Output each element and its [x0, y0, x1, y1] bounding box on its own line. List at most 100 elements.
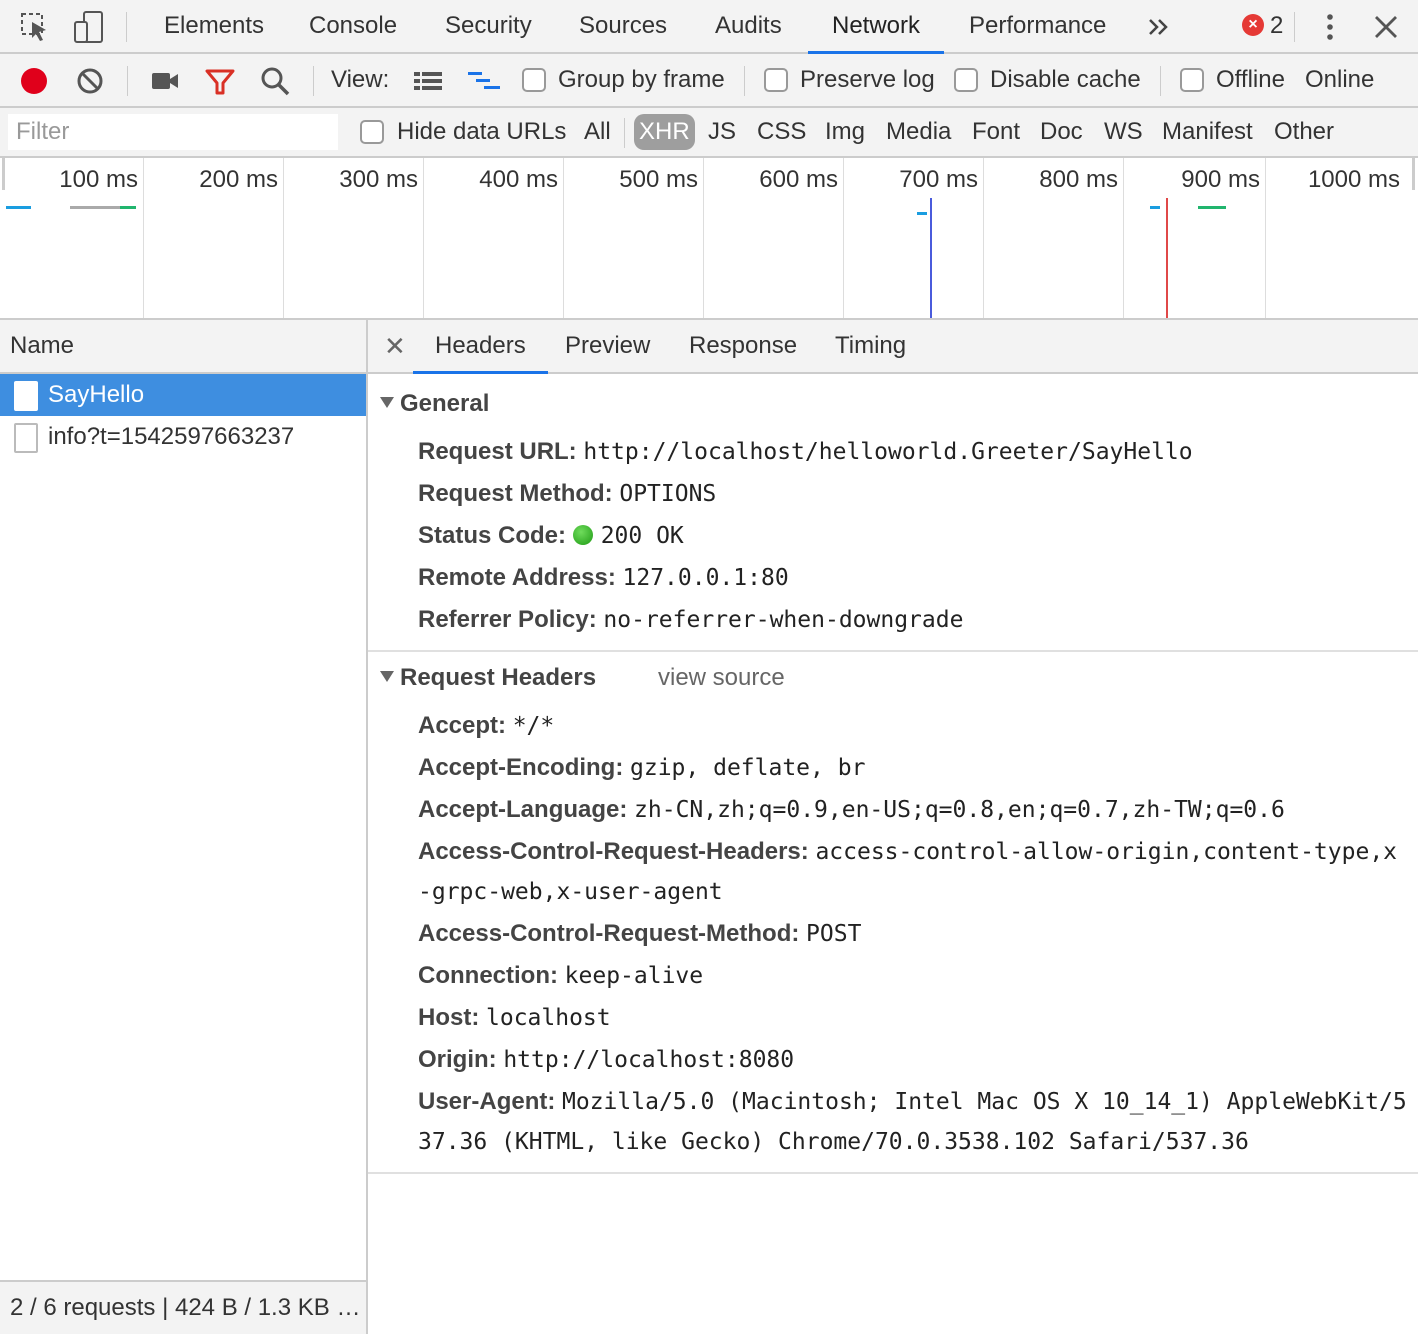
- filter-type-img[interactable]: Img: [825, 108, 865, 156]
- tick-line: [983, 158, 984, 318]
- tab-console[interactable]: Console: [309, 0, 397, 52]
- header-row: Access-Control-Request-Headers: access-c…: [418, 838, 1398, 905]
- double-chevron-right-icon[interactable]: [1140, 8, 1180, 46]
- error-icon[interactable]: ×: [1242, 14, 1264, 36]
- request-list: Name SayHello info?t=1542597663237 2 / 6…: [0, 320, 368, 1334]
- offline-label[interactable]: Offline: [1216, 54, 1285, 106]
- tick-label: 300 ms: [339, 166, 418, 193]
- general-section-toggle[interactable]: General: [380, 390, 489, 418]
- network-toolbar: View: Group by frame Preserve log Disabl…: [0, 54, 1418, 108]
- header-row: Status Code: 200 OK: [418, 522, 684, 549]
- view-source-link[interactable]: view source: [658, 664, 785, 692]
- throttling-select[interactable]: Online: [1305, 54, 1374, 106]
- tick-label: 600 ms: [759, 166, 838, 193]
- request-bar: [6, 206, 31, 209]
- tick-label: 800 ms: [1039, 166, 1118, 193]
- kebab-menu-icon[interactable]: [1312, 8, 1352, 46]
- group-by-frame-checkbox[interactable]: [522, 68, 546, 92]
- tick-label: 100 ms: [59, 166, 138, 193]
- tab-elements[interactable]: Elements: [164, 0, 264, 52]
- tab-headers[interactable]: Headers: [413, 320, 548, 374]
- tab-sources[interactable]: Sources: [579, 0, 667, 52]
- preserve-log-checkbox[interactable]: [764, 68, 788, 92]
- large-rows-icon[interactable]: [410, 63, 446, 99]
- disable-cache-checkbox[interactable]: [954, 68, 978, 92]
- hide-data-urls-checkbox[interactable]: [360, 120, 384, 144]
- request-bar: [1198, 206, 1226, 209]
- separator: [624, 118, 625, 148]
- offline-checkbox[interactable]: [1180, 68, 1204, 92]
- header-row: Remote Address: 127.0.0.1:80: [418, 564, 789, 591]
- device-toolbar-icon[interactable]: [70, 8, 110, 46]
- tab-security[interactable]: Security: [445, 0, 532, 52]
- load-marker: [1166, 198, 1168, 318]
- triangle-down-icon: [380, 671, 394, 682]
- filter-type-manifest[interactable]: Manifest: [1162, 108, 1253, 156]
- request-details: ✕ Headers Preview Response Timing Genera…: [368, 320, 1418, 1334]
- filter-type-js[interactable]: JS: [708, 108, 736, 156]
- filter-input[interactable]: [8, 114, 338, 150]
- header-row: Accept-Language: zh-CN,zh;q=0.9,en-US;q=…: [418, 796, 1285, 823]
- request-headers-section-toggle[interactable]: Request Headers: [380, 664, 596, 692]
- record-icon[interactable]: [16, 63, 52, 99]
- tab-network[interactable]: Network: [807, 0, 945, 54]
- close-icon[interactable]: ✕: [384, 320, 406, 372]
- filter-type-xhr[interactable]: XHR: [634, 114, 695, 150]
- hide-data-urls-label[interactable]: Hide data URLs: [397, 108, 566, 156]
- view-label: View:: [331, 66, 390, 93]
- close-icon[interactable]: [1366, 8, 1406, 46]
- request-summary: 2 / 6 requests | 424 B / 1.3 KB transfer…: [0, 1280, 366, 1334]
- inspect-element-icon[interactable]: [16, 8, 56, 46]
- filter-type-other[interactable]: Other: [1274, 108, 1334, 156]
- separator: [1294, 12, 1295, 42]
- header-row: Request URL: http://localhost/helloworld…: [418, 438, 1193, 465]
- tab-response[interactable]: Response: [689, 320, 797, 372]
- header-row: Connection: keep-alive: [418, 962, 704, 989]
- clear-icon[interactable]: [72, 63, 108, 99]
- tick-label: 1000 ms: [1307, 166, 1400, 193]
- request-name: SayHello: [48, 381, 145, 408]
- disable-cache-label[interactable]: Disable cache: [990, 54, 1141, 106]
- tick-line: [1123, 158, 1124, 318]
- tick-line: [843, 158, 844, 318]
- separator: [127, 66, 128, 96]
- filter-type-media[interactable]: Media: [886, 108, 951, 156]
- header-row: User-Agent: Mozilla/5.0 (Macintosh; Inte…: [418, 1088, 1407, 1155]
- tab-audits[interactable]: Audits: [715, 0, 782, 52]
- filter-type-doc[interactable]: Doc: [1040, 108, 1083, 156]
- tick-line: [703, 158, 704, 318]
- request-row-info[interactable]: info?t=1542597663237: [0, 416, 366, 458]
- name-column-header[interactable]: Name: [0, 320, 366, 374]
- detail-tab-bar: ✕ Headers Preview Response Timing: [368, 320, 1418, 374]
- filter-type-ws[interactable]: WS: [1104, 108, 1143, 156]
- tab-performance[interactable]: Performance: [969, 0, 1106, 52]
- filter-icon[interactable]: [202, 63, 238, 99]
- error-count[interactable]: 2: [1270, 0, 1283, 52]
- request-bar: [70, 206, 120, 209]
- waterfall-overview-icon[interactable]: [466, 63, 502, 99]
- header-row: Referrer Policy: no-referrer-when-downgr…: [418, 606, 964, 633]
- document-icon: [14, 423, 38, 453]
- overview-right-handle[interactable]: [1412, 158, 1415, 190]
- separator: [313, 66, 314, 96]
- separator: [744, 66, 745, 96]
- document-icon: [14, 381, 38, 411]
- separator: [126, 12, 127, 42]
- search-icon[interactable]: [257, 63, 293, 99]
- request-row-sayhello[interactable]: SayHello: [0, 374, 366, 416]
- tick-label: 900 ms: [1181, 166, 1260, 193]
- preserve-log-label[interactable]: Preserve log: [800, 54, 935, 106]
- tab-timing[interactable]: Timing: [835, 320, 906, 372]
- filter-type-css[interactable]: CSS: [757, 108, 806, 156]
- tab-preview[interactable]: Preview: [565, 320, 650, 372]
- header-row: Access-Control-Request-Method: POST: [418, 920, 862, 947]
- group-by-frame-label[interactable]: Group by frame: [558, 54, 725, 106]
- devtools-tab-bar: Elements Console Security Sources Audits…: [0, 0, 1418, 54]
- tick-label: 200 ms: [199, 166, 278, 193]
- tick-label: 500 ms: [619, 166, 698, 193]
- screenshot-camera-icon[interactable]: [146, 63, 182, 99]
- timeline-overview[interactable]: 100 ms 200 ms 300 ms 400 ms 500 ms 600 m…: [0, 158, 1418, 320]
- overview-left-handle[interactable]: [2, 158, 5, 190]
- filter-type-font[interactable]: Font: [972, 108, 1020, 156]
- filter-type-all[interactable]: All: [584, 108, 611, 156]
